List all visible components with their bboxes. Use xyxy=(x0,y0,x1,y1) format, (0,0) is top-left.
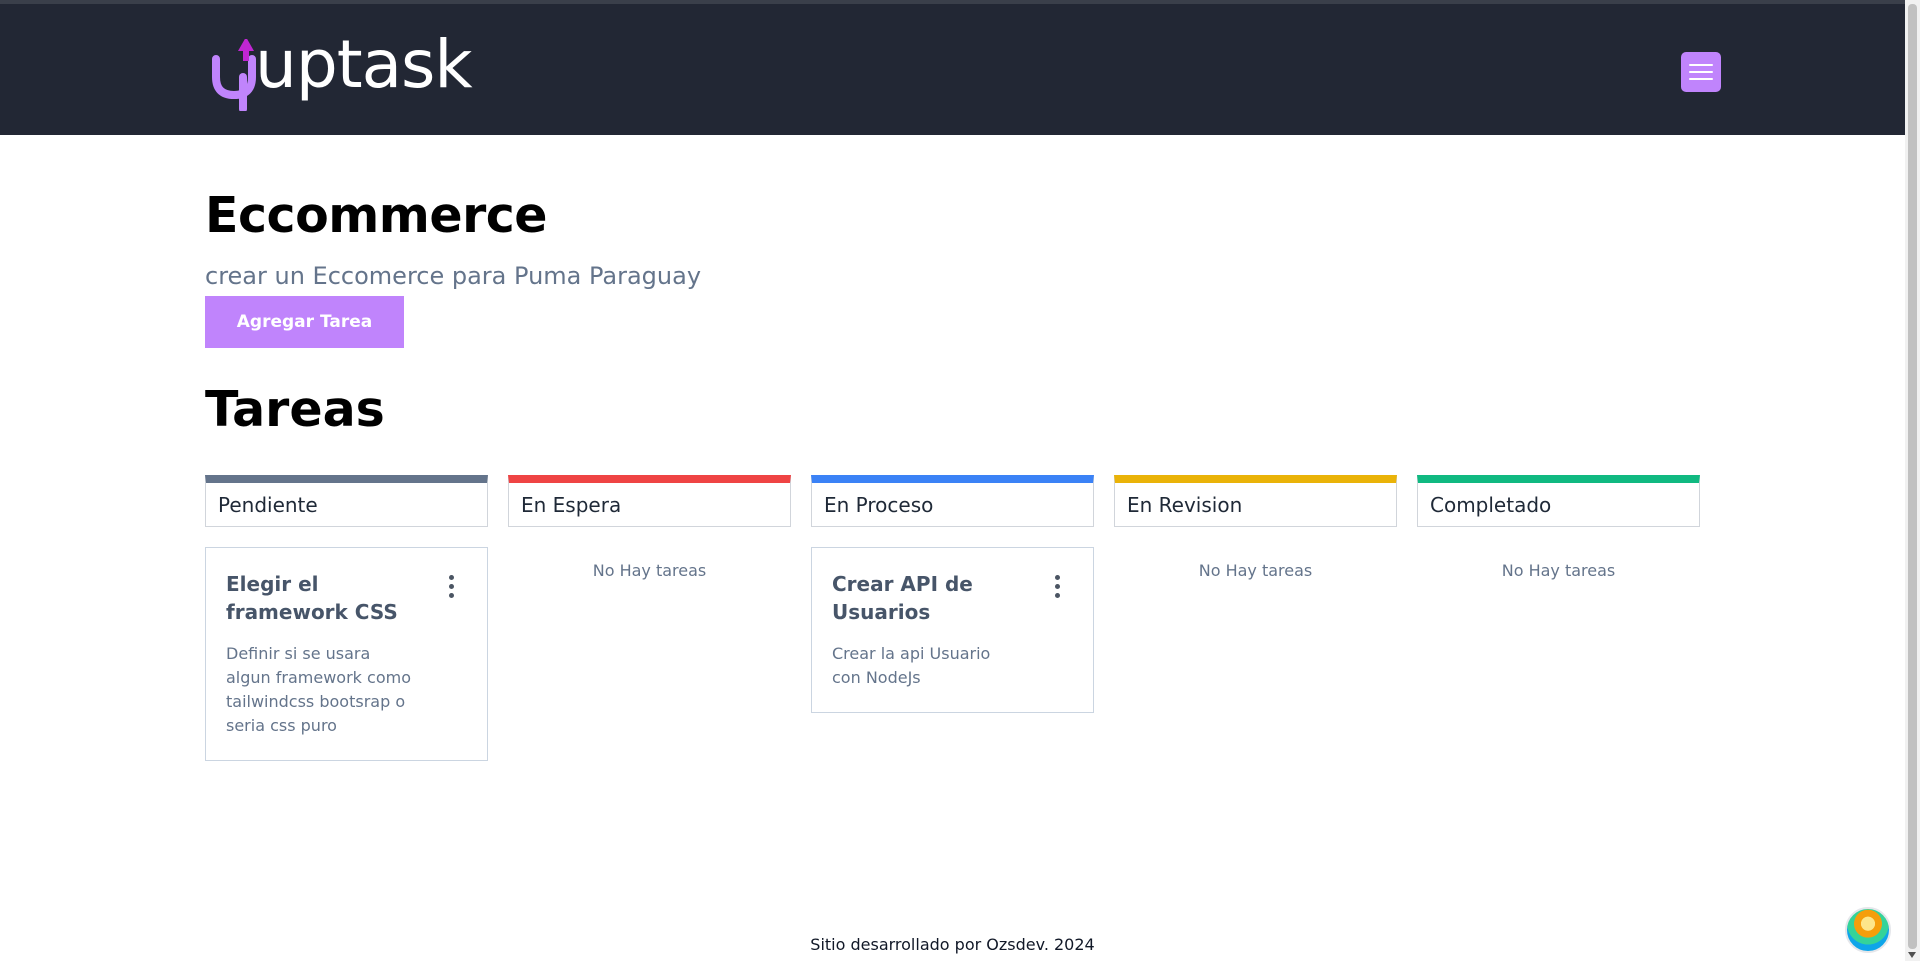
scrollbar[interactable] xyxy=(1905,0,1920,961)
column-en-revision: En Revision No Hay tareas xyxy=(1114,475,1397,580)
task-title[interactable]: Crear API de Usuarios xyxy=(832,570,1032,626)
column-pendiente: Pendiente Elegir el framework CSS Defini… xyxy=(205,475,488,761)
project-description: crear un Eccomerce para Puma Paraguay xyxy=(205,262,702,290)
column-label: En Proceso xyxy=(824,492,934,517)
project-title: Eccommerce xyxy=(205,187,548,244)
column-header: Pendiente xyxy=(205,475,488,527)
tasks-heading: Tareas xyxy=(205,381,385,438)
site-header: uptask xyxy=(0,4,1905,135)
hamburger-icon xyxy=(1689,71,1713,73)
task-description: Crear la api Usuario con NodeJs xyxy=(832,644,991,687)
hamburger-icon xyxy=(1689,64,1713,66)
column-header: En Revision xyxy=(1114,475,1397,527)
column-label: Pendiente xyxy=(218,492,318,517)
hamburger-icon xyxy=(1689,78,1713,80)
task-card[interactable]: Crear API de Usuarios Crear la api Usuar… xyxy=(811,547,1094,713)
menu-button[interactable] xyxy=(1681,52,1721,92)
column-label: En Espera xyxy=(521,492,622,517)
column-en-proceso: En Proceso Crear API de Usuarios Crear l… xyxy=(811,475,1094,713)
more-options-icon[interactable] xyxy=(443,572,459,604)
column-label: Completado xyxy=(1430,492,1552,517)
logo-text[interactable]: uptask xyxy=(255,32,473,98)
empty-state: No Hay tareas xyxy=(592,561,707,580)
add-task-button[interactable]: Agregar Tarea xyxy=(205,296,404,348)
column-label: En Revision xyxy=(1127,492,1243,517)
column-header: En Espera xyxy=(508,475,791,527)
site-footer: Sitio desarrollado por Ozsdev. 2024 xyxy=(810,935,1095,954)
floating-widget-icon[interactable] xyxy=(1845,907,1891,953)
empty-state: No Hay tareas xyxy=(1198,561,1313,580)
task-card[interactable]: Elegir el framework CSS Definir si se us… xyxy=(205,547,488,761)
column-en-espera: En Espera No Hay tareas xyxy=(508,475,791,580)
empty-state: No Hay tareas xyxy=(1501,561,1616,580)
more-options-icon[interactable] xyxy=(1049,572,1065,604)
column-header: Completado xyxy=(1417,475,1700,527)
column-header: En Proceso xyxy=(811,475,1094,527)
scroll-down-arrow-icon[interactable] xyxy=(1908,952,1916,958)
task-description: Definir si se usara algun framework como… xyxy=(226,644,411,735)
task-title[interactable]: Elegir el framework CSS xyxy=(226,570,426,626)
scrollbar-thumb[interactable] xyxy=(1908,4,1917,949)
column-completado: Completado No Hay tareas xyxy=(1417,475,1700,580)
